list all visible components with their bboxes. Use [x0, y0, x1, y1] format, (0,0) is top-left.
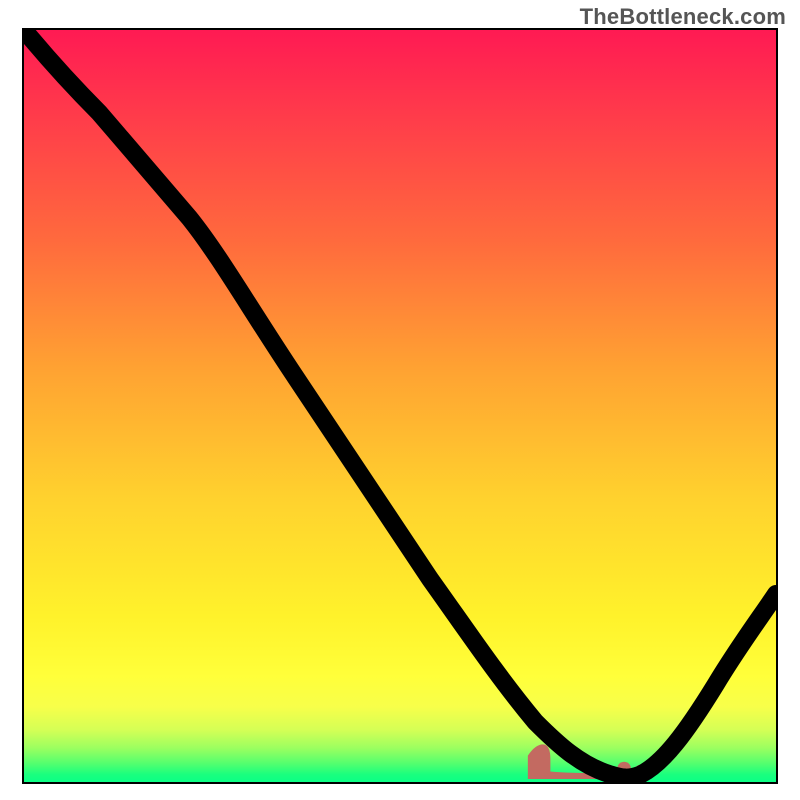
plot-area [22, 28, 778, 784]
chart-svg [24, 30, 776, 782]
chart-container: TheBottleneck.com [0, 0, 800, 800]
bottleneck-curve [24, 30, 776, 778]
watermark-text: TheBottleneck.com [580, 4, 786, 30]
